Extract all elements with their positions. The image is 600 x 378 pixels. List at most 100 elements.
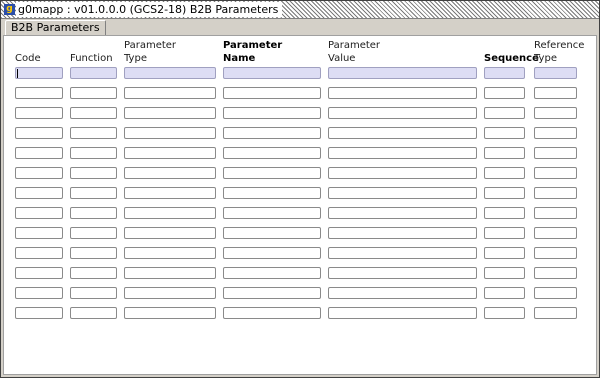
sequence-field[interactable] [484, 227, 525, 239]
column-header-code: Code [15, 53, 41, 64]
parameter-type-field[interactable] [124, 67, 216, 79]
reference-type-field[interactable] [534, 247, 577, 259]
function-field[interactable] [70, 107, 117, 119]
code-field[interactable] [15, 287, 63, 299]
parameter-value-field[interactable] [328, 267, 477, 279]
sequence-field[interactable] [484, 247, 525, 259]
sequence-field[interactable] [484, 127, 525, 139]
column-header-reference-type-line1: Reference [534, 40, 585, 51]
parameter-name-field[interactable] [223, 227, 321, 239]
parameter-value-field[interactable] [328, 247, 477, 259]
app-icon[interactable]: g [4, 4, 15, 15]
code-field[interactable] [15, 247, 63, 259]
parameter-type-field[interactable] [124, 127, 216, 139]
parameter-value-field[interactable] [328, 127, 477, 139]
parameter-type-field[interactable] [124, 287, 216, 299]
reference-type-field[interactable] [534, 227, 577, 239]
parameter-name-field[interactable] [223, 307, 321, 319]
sequence-field[interactable] [484, 87, 525, 99]
sequence-field[interactable] [484, 307, 525, 319]
reference-type-field[interactable] [534, 267, 577, 279]
reference-type-field[interactable] [534, 107, 577, 119]
sequence-field[interactable] [484, 107, 525, 119]
code-field[interactable] [15, 87, 63, 99]
function-field[interactable] [70, 67, 117, 79]
code-field[interactable] [15, 207, 63, 219]
sequence-field[interactable] [484, 207, 525, 219]
code-field[interactable] [15, 147, 63, 159]
title-bar[interactable]: g g0mapp : v01.0.0.0 (GCS2-18) B2B Param… [1, 1, 599, 19]
function-field[interactable] [70, 167, 117, 179]
function-field[interactable] [70, 207, 117, 219]
code-field[interactable] [15, 307, 63, 319]
reference-type-field[interactable] [534, 147, 577, 159]
column-header-sequence: Sequence [484, 53, 539, 64]
function-field[interactable] [70, 247, 117, 259]
parameter-type-field[interactable] [124, 207, 216, 219]
parameter-value-field[interactable] [328, 287, 477, 299]
parameter-value-field[interactable] [328, 307, 477, 319]
reference-type-field[interactable] [534, 167, 577, 179]
function-field[interactable] [70, 147, 117, 159]
parameter-type-field[interactable] [124, 167, 216, 179]
column-header-parameter-name-line1: Parameter [223, 40, 283, 51]
reference-type-field[interactable] [534, 67, 577, 79]
parameter-type-field[interactable] [124, 107, 216, 119]
code-field[interactable] [15, 227, 63, 239]
function-field[interactable] [70, 287, 117, 299]
parameter-type-field[interactable] [124, 87, 216, 99]
parameter-name-field[interactable] [223, 67, 321, 79]
parameter-name-field[interactable] [223, 147, 321, 159]
parameter-name-field[interactable] [223, 87, 321, 99]
function-field[interactable] [70, 87, 117, 99]
parameter-name-field[interactable] [223, 167, 321, 179]
parameter-name-field[interactable] [223, 287, 321, 299]
reference-type-field[interactable] [534, 87, 577, 99]
parameter-type-field[interactable] [124, 187, 216, 199]
parameter-name-field[interactable] [223, 107, 321, 119]
text-cursor [17, 69, 18, 78]
reference-type-field[interactable] [534, 127, 577, 139]
parameter-type-field[interactable] [124, 307, 216, 319]
sequence-field[interactable] [484, 287, 525, 299]
function-field[interactable] [70, 187, 117, 199]
parameter-name-field[interactable] [223, 247, 321, 259]
function-field[interactable] [70, 307, 117, 319]
parameter-value-field[interactable] [328, 227, 477, 239]
parameter-name-field[interactable] [223, 127, 321, 139]
code-field[interactable] [15, 187, 63, 199]
parameter-value-field[interactable] [328, 67, 477, 79]
parameter-type-field[interactable] [124, 267, 216, 279]
parameter-type-field[interactable] [124, 147, 216, 159]
code-field[interactable] [15, 267, 63, 279]
reference-type-field[interactable] [534, 187, 577, 199]
sequence-field[interactable] [484, 167, 525, 179]
reference-type-field[interactable] [534, 207, 577, 219]
code-field[interactable] [15, 67, 63, 79]
column-header-reference-type: Type [534, 53, 557, 64]
sequence-field[interactable] [484, 267, 525, 279]
code-field[interactable] [15, 107, 63, 119]
parameter-name-field[interactable] [223, 187, 321, 199]
function-field[interactable] [70, 267, 117, 279]
tab-b2b-parameters[interactable]: B2B Parameters [5, 20, 106, 35]
parameter-value-field[interactable] [328, 187, 477, 199]
parameter-value-field[interactable] [328, 207, 477, 219]
parameter-value-field[interactable] [328, 107, 477, 119]
function-field[interactable] [70, 227, 117, 239]
parameter-type-field[interactable] [124, 227, 216, 239]
parameter-name-field[interactable] [223, 207, 321, 219]
parameter-value-field[interactable] [328, 167, 477, 179]
parameter-type-field[interactable] [124, 247, 216, 259]
function-field[interactable] [70, 127, 117, 139]
parameter-value-field[interactable] [328, 87, 477, 99]
sequence-field[interactable] [484, 187, 525, 199]
reference-type-field[interactable] [534, 307, 577, 319]
code-field[interactable] [15, 167, 63, 179]
reference-type-field[interactable] [534, 287, 577, 299]
code-field[interactable] [15, 127, 63, 139]
parameter-name-field[interactable] [223, 267, 321, 279]
sequence-field[interactable] [484, 147, 525, 159]
parameter-value-field[interactable] [328, 147, 477, 159]
sequence-field[interactable] [484, 67, 525, 79]
